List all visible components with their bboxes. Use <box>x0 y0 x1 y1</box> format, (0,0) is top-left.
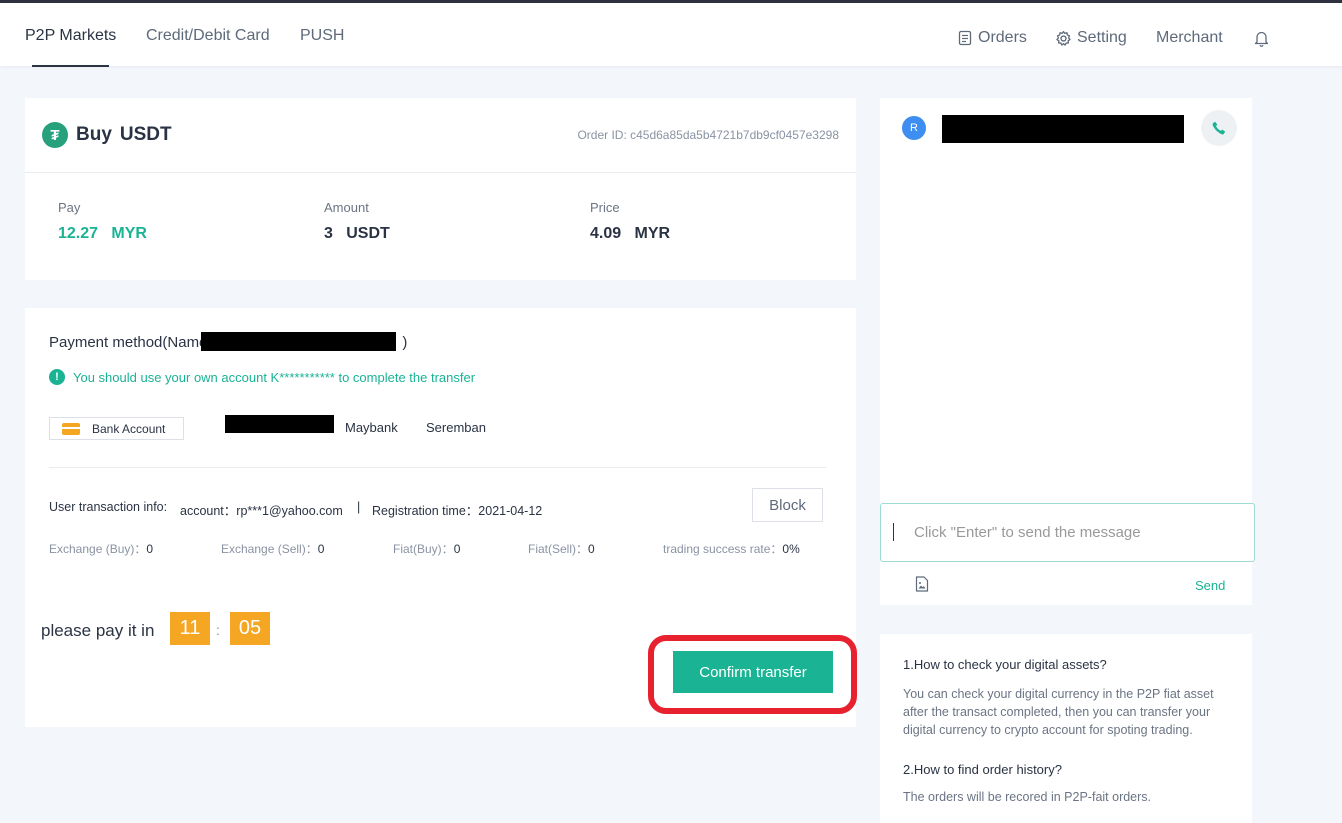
pay-amount: 12.27 <box>58 225 99 242</box>
setting-link[interactable]: Setting <box>1055 29 1127 47</box>
divider <box>25 172 856 173</box>
amount-label: Amount <box>324 200 369 215</box>
message-input[interactable]: Click "Enter" to send the message <box>880 503 1255 562</box>
phone-icon <box>1212 121 1226 135</box>
account-notice: ! You should use your own account K*****… <box>49 369 475 385</box>
merchant-link[interactable]: Merchant <box>1156 29 1223 47</box>
amount-currency: USDT <box>346 225 390 242</box>
stat-exchange-sell: Exchange (Sell)：0 <box>221 542 325 556</box>
order-coin: USDT <box>119 124 172 145</box>
bank-card-icon <box>62 422 80 435</box>
faq-question: 2.How to find order history? <box>903 762 1062 777</box>
avatar: R <box>902 116 926 140</box>
bank-name: Maybank <box>345 420 398 435</box>
payment-method-suffix: ) <box>402 334 408 351</box>
stat-exchange-buy: Exchange (Buy)：0 <box>49 542 154 556</box>
amount-number: 3 <box>324 225 333 242</box>
registration-time: Registration time：2021-04-12 <box>372 504 543 518</box>
price-label: Price <box>590 200 620 215</box>
call-button[interactable] <box>1201 110 1237 146</box>
info-divider: | <box>357 500 361 514</box>
top-nav: P2P Markets Credit/Debit Card PUSH Order… <box>0 0 1342 67</box>
user-account: account：rp***1@yahoo.com <box>180 504 343 518</box>
price-value: 4.09 MYR <box>590 225 670 243</box>
orders-label: Orders <box>978 29 1027 46</box>
user-info-label: User transaction info: <box>49 500 168 514</box>
stat-success-rate: trading success rate：0% <box>663 542 800 556</box>
bell-icon <box>1254 31 1269 47</box>
active-tab-indicator <box>32 65 109 67</box>
faq-question: 1.How to check your digital assets? <box>903 657 1107 672</box>
timer-separator: : <box>216 622 220 638</box>
text-cursor <box>893 523 894 541</box>
confirm-transfer-button[interactable]: Confirm transfer <box>673 651 833 693</box>
faq-answer: You can check your digital currency in t… <box>903 687 1214 737</box>
stat-fiat-sell: Fiat(Sell)：0 <box>528 542 595 556</box>
setting-label: Setting <box>1077 29 1127 46</box>
document-icon <box>958 30 972 46</box>
redacted-merchant-name <box>942 115 1184 143</box>
order-header: ₮ Buy USDT <box>42 122 172 148</box>
tab-p2p-markets[interactable]: P2P Markets <box>25 27 116 45</box>
redacted-account-number <box>225 415 334 433</box>
tab-credit-debit-card[interactable]: Credit/Debit Card <box>146 27 270 45</box>
redacted-name <box>201 332 396 351</box>
pay-value: 12.27 MYR <box>58 225 147 243</box>
account-notice-text: You should use your own account K*******… <box>73 369 476 385</box>
timer-minutes: 11 <box>170 612 210 645</box>
gear-icon <box>1056 30 1071 46</box>
pay-label: Pay <box>58 200 81 215</box>
block-button[interactable]: Block <box>752 488 823 522</box>
tab-push[interactable]: PUSH <box>300 27 344 45</box>
bank-account-tag[interactable]: Bank Account <box>49 417 184 440</box>
order-id: Order ID: c45d6a85da5b4721b7db9cf0457e32… <box>577 128 839 142</box>
stat-fiat-buy: Fiat(Buy)：0 <box>393 542 461 556</box>
pay-countdown-label: please pay it in <box>41 621 155 640</box>
attach-image-button[interactable] <box>915 576 929 597</box>
divider <box>49 467 826 468</box>
amount-value: 3 USDT <box>324 225 390 243</box>
bank-account-label: Bank Account <box>92 421 166 436</box>
notification-button[interactable] <box>1254 30 1269 47</box>
faq-answer: The orders will be recored in P2P-fait o… <box>903 790 1152 804</box>
price-currency: MYR <box>634 225 671 242</box>
bank-branch: Seremban <box>426 420 486 435</box>
payment-method-prefix: Payment method(Name <box>49 334 208 351</box>
orders-link[interactable]: Orders <box>957 29 1027 47</box>
order-action: Buy <box>76 124 112 145</box>
exclamation-icon: ! <box>49 369 65 385</box>
image-file-icon <box>915 576 929 592</box>
price-number: 4.09 <box>590 225 622 242</box>
send-button[interactable]: Send <box>1195 578 1225 593</box>
timer-seconds: 05 <box>230 612 270 645</box>
tether-icon: ₮ <box>42 122 68 148</box>
pay-currency: MYR <box>111 225 147 242</box>
